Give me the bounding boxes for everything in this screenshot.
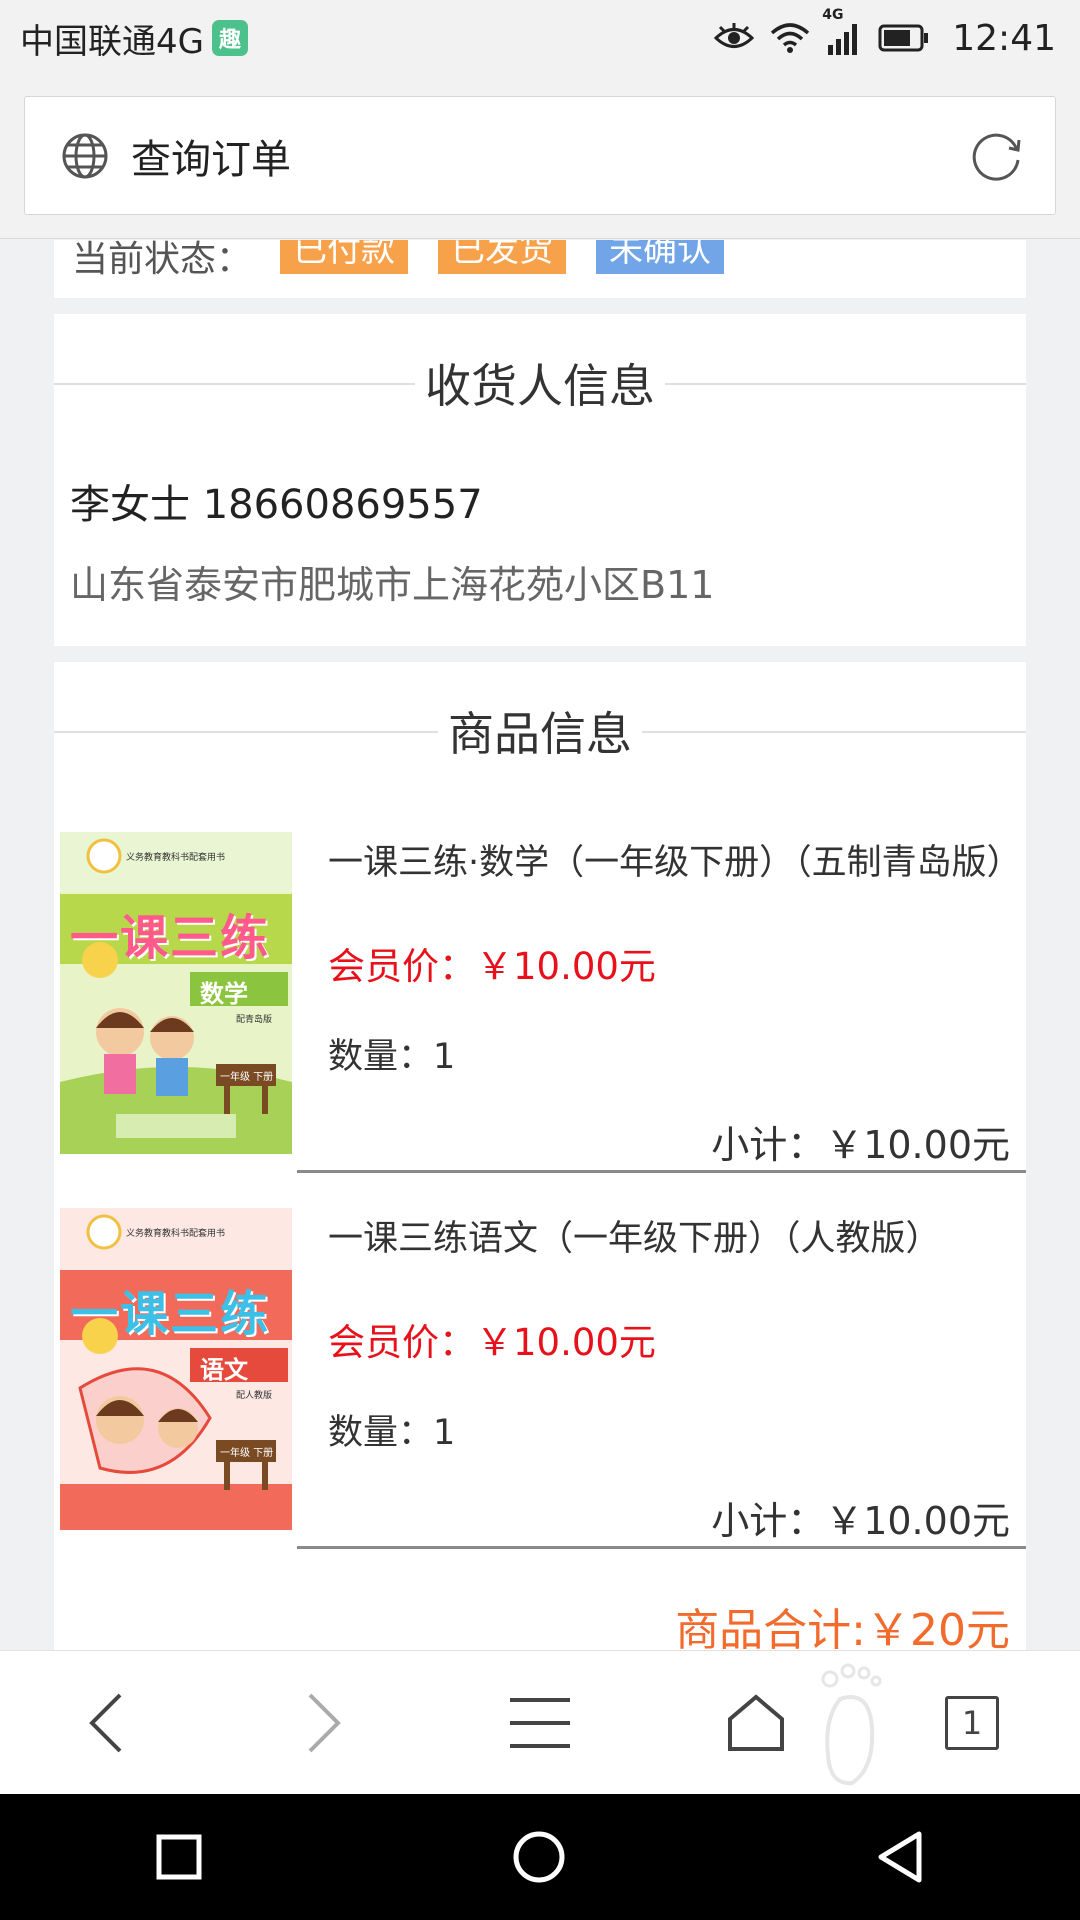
network-type-label: 4G (822, 7, 844, 23)
goods-quantity: 数量：1 (328, 1413, 456, 1453)
recents-icon[interactable] (155, 1833, 203, 1881)
wifi-icon (771, 23, 810, 53)
carrier-area: 中国联通4G 趣 (20, 14, 248, 63)
home-icon (728, 1694, 784, 1751)
home-circle-icon[interactable] (512, 1830, 566, 1884)
tabs-button[interactable]: 1 (930, 1681, 1014, 1765)
globe-icon (62, 133, 108, 178)
status-badge-paid: 已付款 (280, 240, 408, 274)
tab-count: 1 (961, 1704, 983, 1742)
book-cover-math[interactable]: 义务教育教科书配套用书 一课三练 数学 配青岛版 一年级 下册 (60, 832, 292, 1154)
cover-grade: 一年级 下册 (220, 1072, 274, 1083)
cover-series: 义务教育教科书配套用书 (126, 1229, 226, 1239)
forward-button[interactable] (282, 1681, 366, 1765)
cover-edition: 配青岛版 (236, 1015, 273, 1025)
page-content: 当前状态： 已付款 已发货 未确认 收货人信息 李女士 18660869557 … (0, 240, 1080, 1650)
back-button[interactable] (64, 1681, 148, 1765)
carrier-label: 中国联通4G (20, 21, 204, 62)
cover-edition: 配人教版 (236, 1391, 273, 1401)
cover-grade: 一年级 下册 (220, 1448, 274, 1459)
item-divider (297, 1546, 1026, 1549)
receiver-card: 收货人信息 李女士 18660869557 山东省泰安市肥城市上海花苑小区B11 (54, 314, 1026, 646)
system-back-icon[interactable] (875, 1830, 925, 1884)
page-title: 查询订单 (131, 136, 291, 183)
goods-subtotal: 小计：￥10.00元 (711, 1123, 1010, 1167)
cover-series: 义务教育教科书配套用书 (126, 853, 226, 863)
order-status-label: 当前状态： (72, 240, 253, 280)
cover-title: 一课三练 (70, 910, 271, 966)
cover-title: 一课三练 (70, 1286, 271, 1342)
menu-button[interactable] (498, 1681, 582, 1765)
tabs-icon: 1 (945, 1696, 999, 1750)
eye-icon (714, 23, 755, 48)
receiver-name-phone: 李女士 18660869557 (70, 482, 483, 528)
goods-member-price: 会员价：￥10.00元 (328, 1321, 656, 1364)
goods-heading: 商品信息 (54, 698, 1026, 764)
goods-member-price: 会员价：￥10.00元 (328, 945, 656, 988)
home-button[interactable] (714, 1681, 798, 1765)
back-icon (89, 1693, 122, 1753)
goods-heading-text: 商品信息 (438, 707, 642, 761)
goods-item[interactable]: 义务教育教科书配套用书 一课三练 语文 配人教版 一年级 下册 一课三练语文（一… (54, 1206, 1026, 1582)
app-badge-icon: 趣 (211, 20, 248, 56)
screen: 中国联通4G 趣 4G 12:41 查询订单 当前状态： 已付款 已发货 未确认… (0, 0, 1080, 1920)
cover-subject: 语文 (200, 1356, 248, 1384)
goods-subtotal: 小计：￥10.00元 (711, 1499, 1010, 1543)
goods-quantity: 数量：1 (328, 1037, 456, 1077)
footprint-icon (821, 1663, 882, 1786)
receiver-address: 山东省泰安市肥城市上海花苑小区B11 (70, 563, 715, 607)
item-divider (297, 1170, 1026, 1173)
order-status-card: 当前状态： 已付款 已发货 未确认 (54, 240, 1026, 298)
receiver-heading-text: 收货人信息 (415, 359, 665, 413)
clock: 12:41 (952, 17, 1056, 59)
browser-toolbar: 1 (0, 1650, 1080, 1794)
book-cover-chinese[interactable]: 义务教育教科书配套用书 一课三练 语文 配人教版 一年级 下册 (60, 1208, 292, 1530)
forward-icon (308, 1693, 341, 1753)
status-badge-shipped: 已发货 (438, 240, 566, 274)
goods-item[interactable]: 义务教育教科书配套用书 一课三练 数学 配青岛版 一年级 下册 一课三练·数学（… (54, 830, 1026, 1206)
address-bar[interactable]: 查询订单 (24, 96, 1056, 215)
goods-name[interactable]: 一课三练语文（一年级下册）（人教版） (328, 1216, 1008, 1262)
status-icons: 4G 12:41 (714, 7, 1056, 59)
goods-name[interactable]: 一课三练·数学（一年级下册）（五制青岛版） (328, 840, 1022, 886)
status-badge-unconfirmed: 未确认 (596, 240, 724, 274)
status-bar: 中国联通4G 趣 4G 12:41 (0, 0, 1080, 76)
refresh-icon[interactable] (969, 128, 1025, 184)
signal-icon (828, 24, 858, 55)
receiver-heading: 收货人信息 (54, 350, 1026, 416)
browser-header: 查询订单 (0, 76, 1080, 239)
menu-icon (510, 1698, 570, 1748)
battery-icon (878, 24, 929, 52)
system-nav-bar (0, 1794, 1080, 1920)
cover-subject: 数学 (200, 980, 248, 1008)
goods-total: 商品合计:￥20元 (675, 1605, 1010, 1650)
goods-card: 商品信息 义务教育教科书配套用书 一课三练 数学 配青岛版 一年级 下册 一课三… (54, 662, 1026, 1650)
